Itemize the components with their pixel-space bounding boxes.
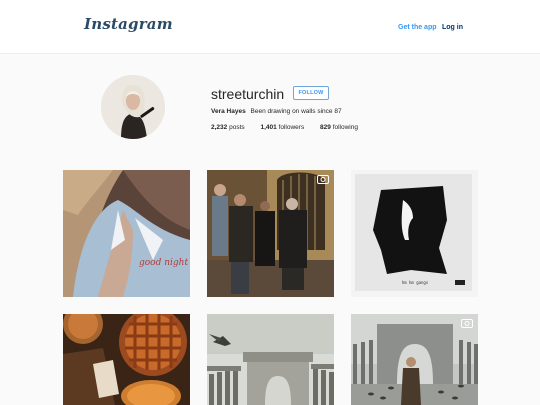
album-caption: hm hm gangs [402,280,429,285]
get-the-app-link[interactable]: Get the app [398,24,437,31]
post-image-pajamas: good night [63,170,190,297]
posts-label: posts [229,124,245,131]
instagram-logo[interactable]: Instagram [84,15,173,33]
following-stat[interactable]: 829 following [320,124,358,131]
post-thumbnail[interactable]: good night [63,170,190,297]
post-thumbnail[interactable]: hm hm gangs [351,170,478,297]
pajama-text: good night [139,258,188,268]
followers-stat[interactable]: 1,401 followers [260,124,304,131]
following-label: following [332,124,358,131]
post-thumbnail[interactable] [351,314,478,405]
log-in-link[interactable]: Log in [442,24,463,31]
posts-stat: 2,232 posts [211,124,245,131]
profile-full-name: Vera Hayes [211,108,246,115]
profile-username: streeturchin [211,86,285,102]
post-thumbnail[interactable] [207,170,334,297]
followers-count: 1,401 [260,124,277,131]
profile-bio: Vera Hayes Been drawing on walls since 8… [211,108,342,115]
profile-stats: 2,232 posts 1,401 followers 829 followin… [211,124,372,131]
post-image-gate [207,170,334,297]
video-camera-icon [461,319,473,328]
top-navigation-bar: Instagram Get the app Log in [0,0,540,54]
profile-bio-text: Been drawing on walls since 87 [250,108,342,115]
posts-count: 2,232 [211,124,228,131]
profile-avatar [101,75,165,139]
post-image-pies [63,314,190,405]
follow-button[interactable]: FOLLOW [293,86,329,100]
post-image-plaza [351,314,478,405]
video-camera-icon [317,175,329,184]
post-thumbnail[interactable] [207,314,334,405]
following-count: 829 [320,124,331,131]
post-thumbnail[interactable] [63,314,190,405]
post-image-album: hm hm gangs [351,170,478,297]
post-image-monument [207,314,334,405]
followers-label: followers [278,124,305,131]
